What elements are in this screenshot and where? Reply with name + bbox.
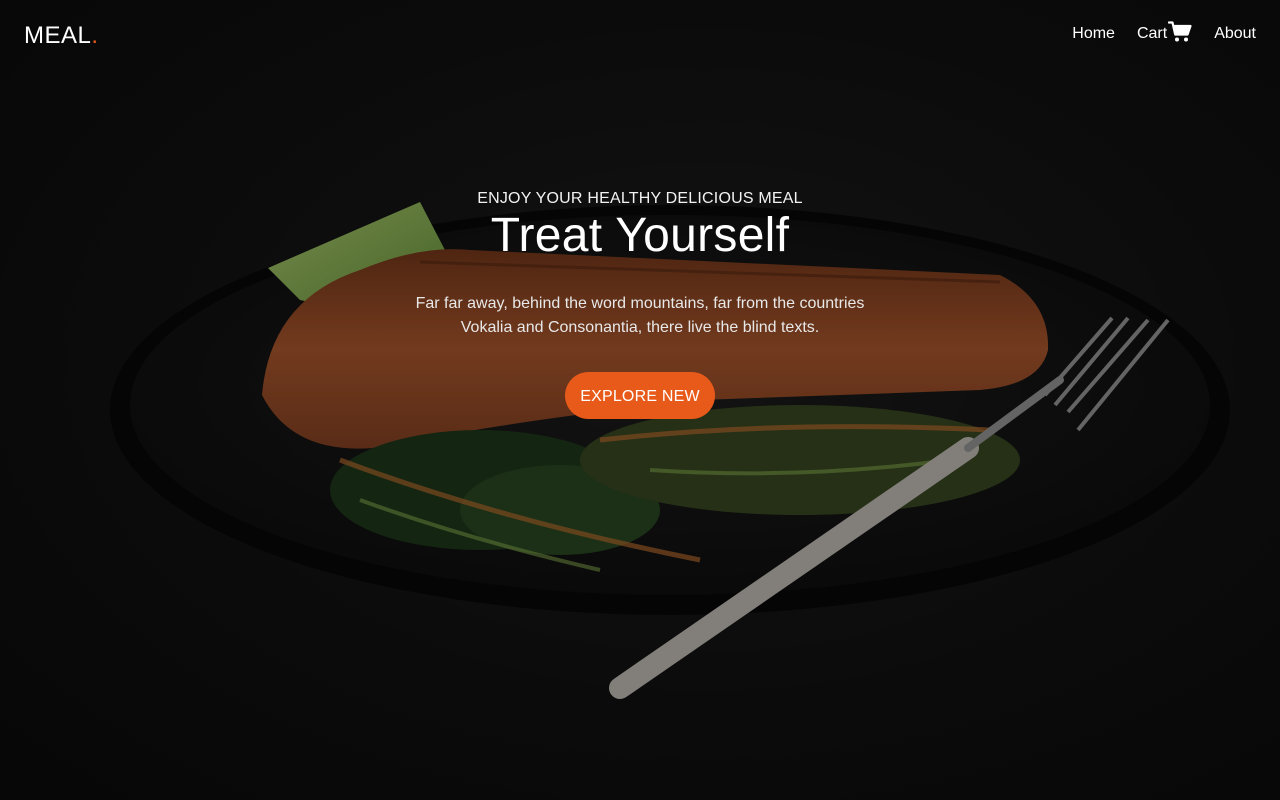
- nav-link-cart-label: Cart: [1136, 25, 1168, 42]
- hero-description: Far far away, behind the word mountains,…: [415, 295, 865, 336]
- hero-section: ENJOY YOUR HEALTHY DELICIOUS MEAL Treat …: [0, 0, 1280, 800]
- hero-title: Treat Yourself: [490, 209, 790, 262]
- shopping-cart-icon: [1168, 21, 1192, 43]
- hero-subheading: ENJOY YOUR HEALTHY DELICIOUS MEAL: [477, 190, 803, 207]
- brand-logo[interactable]: MEAL.: [24, 22, 99, 50]
- nav-link-cart[interactable]: Cart: [1136, 21, 1192, 43]
- brand-name: MEAL: [24, 22, 92, 49]
- nav-link-about[interactable]: About: [1214, 25, 1256, 43]
- nav-links: Home Cart About: [1072, 21, 1256, 43]
- nav-link-home[interactable]: Home: [1072, 25, 1115, 43]
- navbar: MEAL. Home Cart About: [0, 0, 1280, 72]
- explore-new-button[interactable]: EXPLORE NEW: [565, 372, 715, 419]
- brand-dot: .: [91, 22, 99, 49]
